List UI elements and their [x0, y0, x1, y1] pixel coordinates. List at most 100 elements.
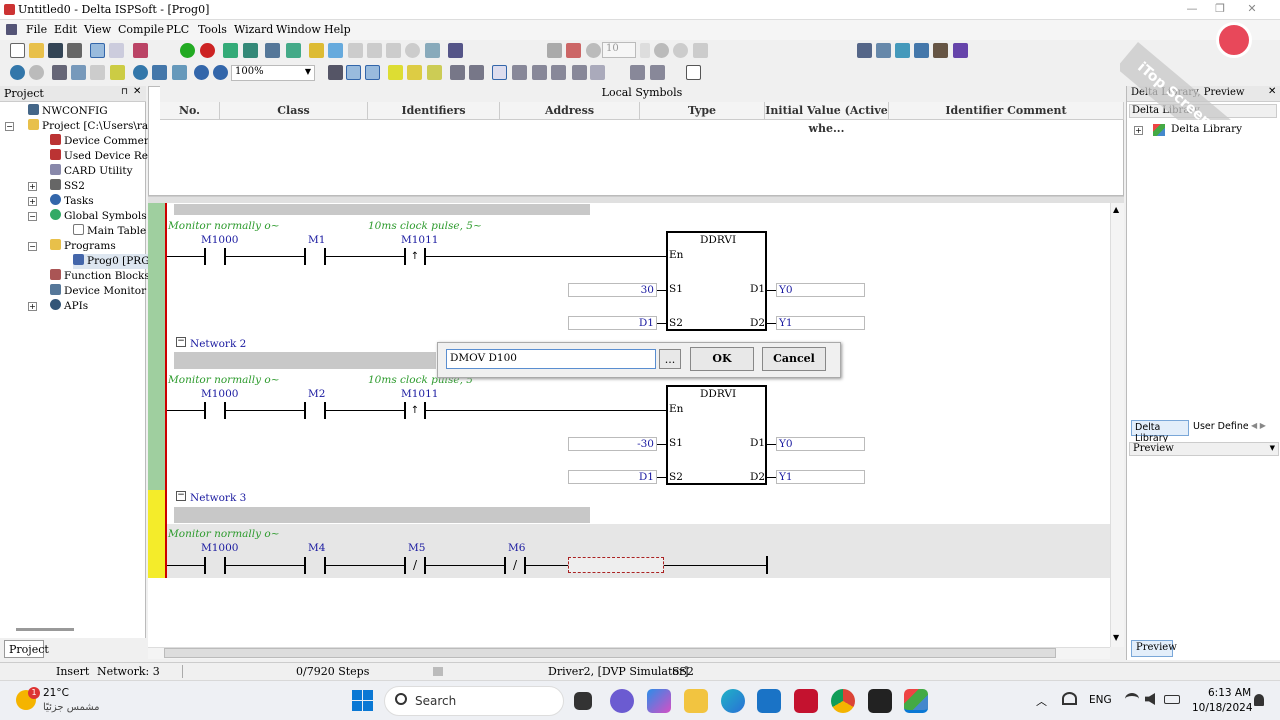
- branch-icon[interactable]: [551, 65, 566, 80]
- contact-icon[interactable]: [450, 65, 465, 80]
- contact-m1[interactable]: M1: [308, 234, 325, 246]
- zoom-out-icon[interactable]: [213, 65, 228, 80]
- cut-icon[interactable]: [52, 65, 67, 80]
- language-indicator[interactable]: ENG: [1089, 694, 1112, 706]
- contact-m6[interactable]: M6: [508, 542, 525, 554]
- view-mode-2-icon[interactable]: [365, 65, 380, 80]
- tab-delta-library[interactable]: Delta Library: [1131, 420, 1189, 444]
- tab-project[interactable]: Project: [4, 640, 49, 658]
- task-view-icon[interactable]: [574, 692, 592, 710]
- temperature[interactable]: 21°C: [43, 687, 69, 699]
- upload-icon[interactable]: [265, 43, 280, 58]
- minimize-button[interactable]: —: [1180, 2, 1204, 18]
- contact-m1011[interactable]: M1011: [401, 234, 438, 246]
- and-icon[interactable]: [590, 65, 605, 80]
- splitter[interactable]: [148, 196, 1124, 203]
- paste-icon[interactable]: [90, 65, 105, 80]
- chat-icon[interactable]: [610, 689, 634, 713]
- ok-button[interactable]: OK: [690, 347, 754, 371]
- contact-m1000[interactable]: M1000: [201, 542, 238, 554]
- erase-icon[interactable]: [133, 43, 148, 58]
- ladder-editor[interactable]: [148, 203, 1110, 647]
- col-header-address[interactable]: Address: [500, 102, 640, 120]
- close-icon[interactable]: ✕: [1268, 86, 1276, 97]
- tree-item-programs[interactable]: Programs: [50, 239, 116, 254]
- file-explorer-icon[interactable]: [684, 689, 708, 713]
- col-header-initial-value[interactable]: Initial Value (Active whe...: [765, 102, 889, 135]
- tree-scrollbar[interactable]: [16, 628, 74, 631]
- contact-m1011[interactable]: M1011: [401, 388, 438, 400]
- function-block-ddrvi-2[interactable]: [666, 385, 767, 485]
- print-icon[interactable]: [67, 43, 82, 58]
- menu-tools[interactable]: Tools: [198, 23, 227, 36]
- collapse-icon[interactable]: −: [28, 242, 37, 251]
- cross-icon[interactable]: [650, 65, 665, 80]
- operand-d1[interactable]: Y0: [776, 283, 865, 297]
- contact-m1000[interactable]: M1000: [201, 234, 238, 246]
- block-icon[interactable]: [572, 65, 587, 80]
- function-block-ddrvi-1[interactable]: [666, 231, 767, 331]
- weather-text[interactable]: مشمس جزئيًا: [43, 702, 100, 713]
- table-icon[interactable]: [914, 43, 929, 58]
- online-icon[interactable]: [223, 43, 238, 58]
- tile-icon[interactable]: [876, 43, 891, 58]
- tree-item-card-utility[interactable]: CARD Utility: [50, 164, 133, 179]
- operand-s2[interactable]: D1: [568, 470, 657, 484]
- check-icon[interactable]: [328, 43, 343, 58]
- menu-window[interactable]: Window: [276, 23, 321, 36]
- ladder-vscroll[interactable]: ▲ ▼: [1110, 203, 1124, 647]
- clock-time[interactable]: 6:13 AM: [1208, 687, 1251, 699]
- menu-view[interactable]: View: [84, 23, 111, 36]
- tab-preview[interactable]: Preview: [1131, 640, 1177, 657]
- operand-d1[interactable]: Y0: [776, 437, 865, 451]
- ladder-icon[interactable]: [328, 65, 343, 80]
- network-3-comment-bar[interactable]: [174, 507, 590, 523]
- operand-s1[interactable]: -30: [568, 437, 657, 451]
- col-header-identifiers[interactable]: Identifiers: [368, 102, 500, 120]
- save-icon[interactable]: [48, 43, 63, 58]
- tree-item-tasks[interactable]: Tasks: [50, 194, 94, 209]
- expand-icon[interactable]: +: [28, 197, 37, 206]
- chevron-down-icon[interactable]: ▼: [1270, 444, 1275, 452]
- menu-compile[interactable]: Compile: [118, 23, 164, 36]
- copilot-icon[interactable]: [647, 689, 671, 713]
- menu-plc[interactable]: PLC: [166, 23, 189, 36]
- run-icon[interactable]: [180, 43, 195, 58]
- collapse-network-3-icon[interactable]: −: [176, 491, 186, 501]
- restore-button[interactable]: ❐: [1208, 2, 1232, 18]
- scan-count-input[interactable]: 10: [602, 42, 636, 58]
- store-icon[interactable]: [757, 689, 781, 713]
- edge-icon[interactable]: [721, 689, 745, 713]
- hline-icon[interactable]: [512, 65, 527, 80]
- collapse-network-2-icon[interactable]: −: [176, 337, 186, 347]
- zoom-in-icon[interactable]: [194, 65, 209, 80]
- document-icon[interactable]: [6, 24, 17, 35]
- app-grid-icon[interactable]: [868, 689, 892, 713]
- copy-icon[interactable]: [71, 65, 86, 80]
- operand-d2[interactable]: Y1: [776, 316, 865, 330]
- connect-icon[interactable]: [10, 65, 25, 80]
- zoom-select[interactable]: 100% ▼: [231, 65, 315, 81]
- network-1-comment-bar[interactable]: [174, 204, 590, 215]
- contact-m2[interactable]: M2: [308, 388, 325, 400]
- expand-icon[interactable]: +: [28, 302, 37, 311]
- chain-icon[interactable]: [933, 43, 948, 58]
- operand-d2[interactable]: Y1: [776, 470, 865, 484]
- compile-icon[interactable]: [309, 43, 324, 58]
- ladder-hscroll-thumb[interactable]: [164, 648, 1056, 658]
- network-2-comment-bar[interactable]: [174, 352, 436, 369]
- menu-edit[interactable]: Edit: [54, 23, 77, 36]
- cascade-icon[interactable]: [857, 43, 872, 58]
- grid-icon[interactable]: [895, 43, 910, 58]
- search-box[interactable]: Search: [384, 686, 564, 716]
- network-icon[interactable]: [448, 43, 463, 58]
- close-button[interactable]: ✕: [1240, 2, 1264, 18]
- contact-m4[interactable]: M4: [308, 542, 325, 554]
- project-view-icon[interactable]: [90, 43, 105, 58]
- find-icon[interactable]: [133, 65, 148, 80]
- close-icon[interactable]: ✕: [133, 86, 141, 97]
- box-icon[interactable]: [686, 65, 701, 80]
- cancel-button[interactable]: Cancel: [762, 347, 826, 371]
- download-icon[interactable]: [243, 43, 258, 58]
- tray-chevron-icon[interactable]: ︿: [1036, 693, 1047, 709]
